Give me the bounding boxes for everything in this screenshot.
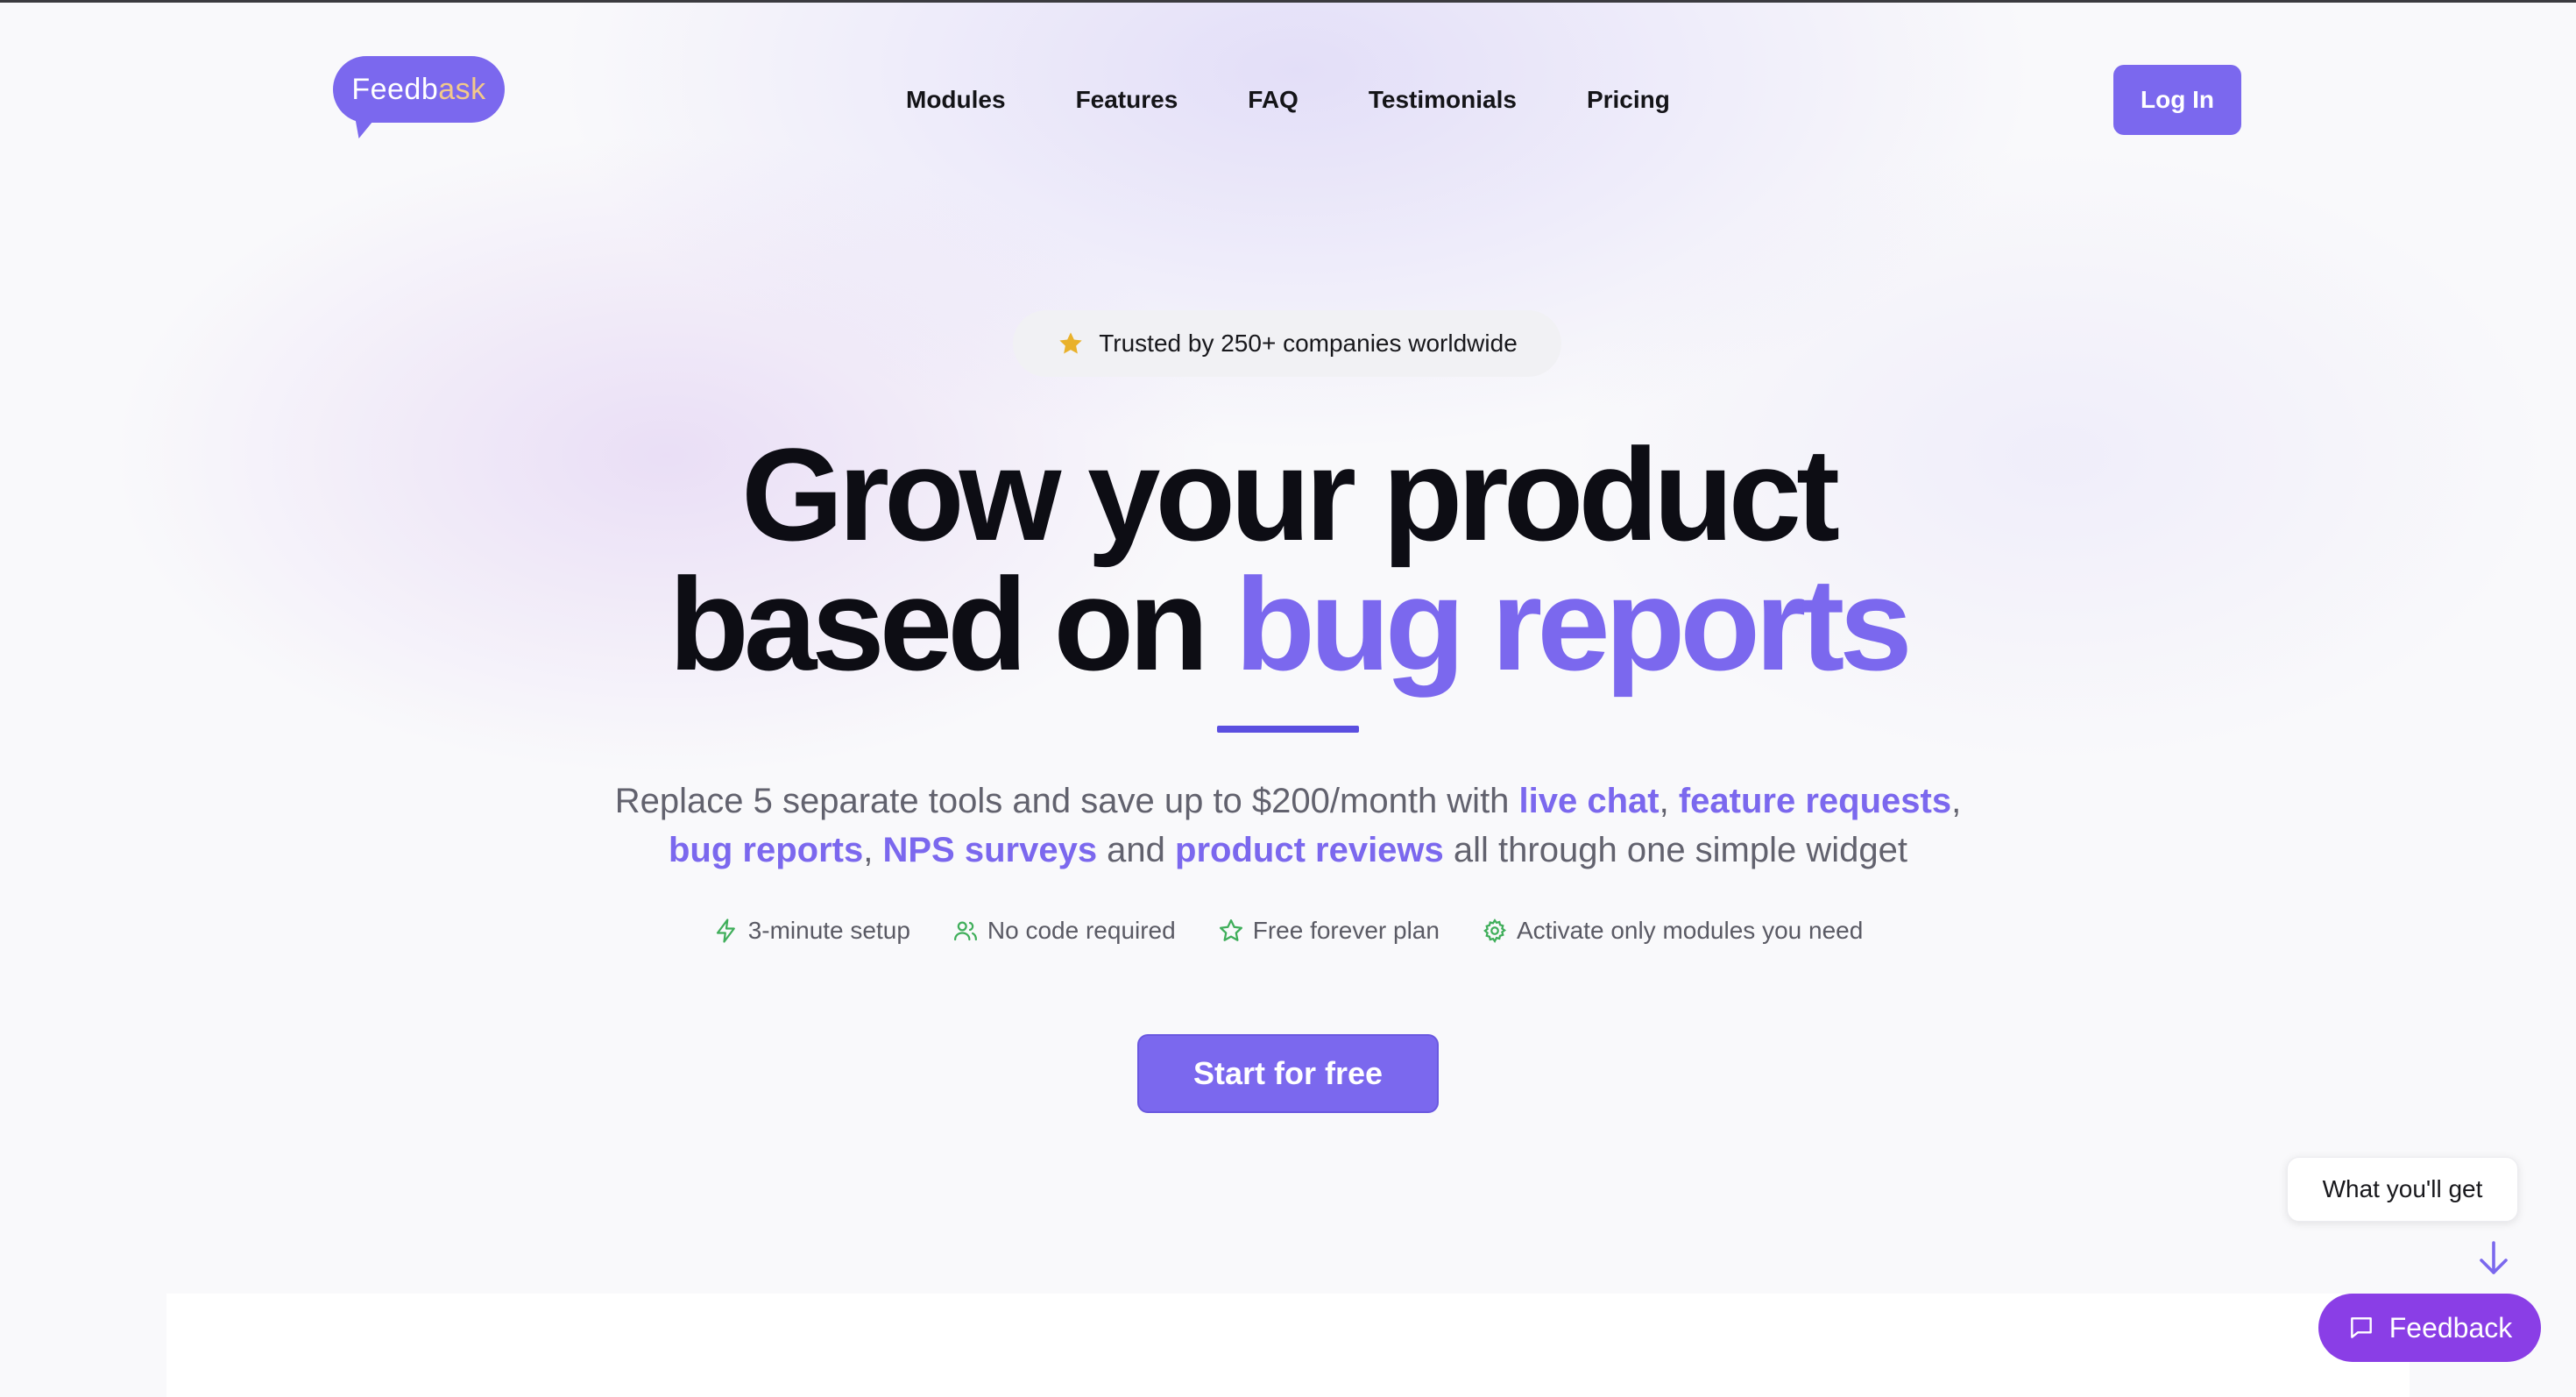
- login-button[interactable]: Log In: [2113, 65, 2241, 135]
- nav-item-testimonials[interactable]: Testimonials: [1369, 82, 1517, 117]
- star-outline-icon: [1219, 919, 1242, 941]
- logo-bubble-tail: [350, 114, 379, 138]
- nav-item-faq[interactable]: FAQ: [1248, 82, 1299, 117]
- arrow-down-icon: [2480, 1241, 2508, 1274]
- bullet-free-plan-label: Free forever plan: [1252, 917, 1440, 944]
- subhead-text-1: Replace 5 separate tools and save up to …: [614, 782, 1519, 820]
- top-border: [0, 0, 2576, 3]
- subhead-bug-reports: bug reports: [669, 831, 864, 869]
- subhead-sep-2: ,: [1951, 782, 1962, 820]
- bullet-no-code-label: No code required: [987, 917, 1176, 944]
- start-for-free-button[interactable]: Start for free: [1137, 1034, 1439, 1113]
- nav-item-features[interactable]: Features: [1076, 82, 1178, 117]
- subhead-feature-requests: feature requests: [1678, 782, 1952, 820]
- nav-item-modules[interactable]: Modules: [906, 82, 1006, 117]
- hero-subheadline: Replace 5 separate tools and save up to …: [0, 777, 2576, 875]
- hero-headline: Grow your product based on bug reports: [0, 429, 2576, 690]
- trusted-badge-text: Trusted by 250+ companies worldwide: [1099, 330, 1518, 357]
- users-icon: [953, 921, 977, 941]
- bullet-no-code: No code required: [952, 917, 1176, 945]
- headline-underline: [1217, 726, 1359, 733]
- widget-tooltip-text: What you'll get: [2322, 1175, 2483, 1202]
- feedback-widget-button[interactable]: Feedback: [2318, 1294, 2541, 1362]
- subhead-nps-surveys: NPS surveys: [882, 831, 1098, 869]
- logo-text-accent: ask: [438, 72, 486, 106]
- nav-item-pricing[interactable]: Pricing: [1587, 82, 1670, 117]
- bullet-modules: Activate only modules you need: [1482, 917, 1863, 945]
- widget-tooltip: What you'll get: [2287, 1157, 2518, 1222]
- gear-icon: [1483, 918, 1506, 943]
- headline-accent: bug reports: [1235, 550, 1912, 698]
- bullet-free-plan: Free forever plan: [1218, 917, 1440, 945]
- bullet-setup: 3-minute setup: [713, 917, 910, 945]
- feature-bullets: 3-minute setup No code required Free for…: [0, 917, 2576, 945]
- main-nav: Modules Features FAQ Testimonials Pricin…: [906, 82, 1670, 117]
- feedback-button-label: Feedback: [2388, 1311, 2513, 1344]
- feedbask-logo[interactable]: Feedb ask: [333, 56, 505, 138]
- logo-text-main: Feedb: [351, 72, 439, 106]
- content-preview-card: [166, 1294, 2410, 1397]
- star-icon: [1059, 332, 1082, 354]
- subhead-live-chat: live chat: [1518, 782, 1660, 820]
- logo-bubble: Feedb ask: [333, 56, 505, 123]
- subhead-sep-3: ,: [863, 831, 883, 869]
- trusted-badge: Trusted by 250+ companies worldwide: [1013, 310, 1561, 377]
- lightning-icon: [716, 918, 735, 943]
- landing-page: Feedb ask Modules Features FAQ Testimonia…: [0, 0, 2576, 1397]
- chat-bubble-icon: [2350, 1317, 2372, 1338]
- headline-line-2-prefix: based on: [669, 550, 1235, 698]
- subhead-sep-1: ,: [1659, 782, 1679, 820]
- subhead-and: and: [1097, 831, 1176, 869]
- bullet-setup-label: 3-minute setup: [747, 917, 910, 944]
- headline-line-1: Grow your product: [741, 421, 1840, 568]
- subhead-product-reviews: product reviews: [1175, 831, 1444, 869]
- subhead-text-end: all through one simple widget: [1443, 831, 1907, 869]
- bullet-modules-label: Activate only modules you need: [1516, 917, 1864, 944]
